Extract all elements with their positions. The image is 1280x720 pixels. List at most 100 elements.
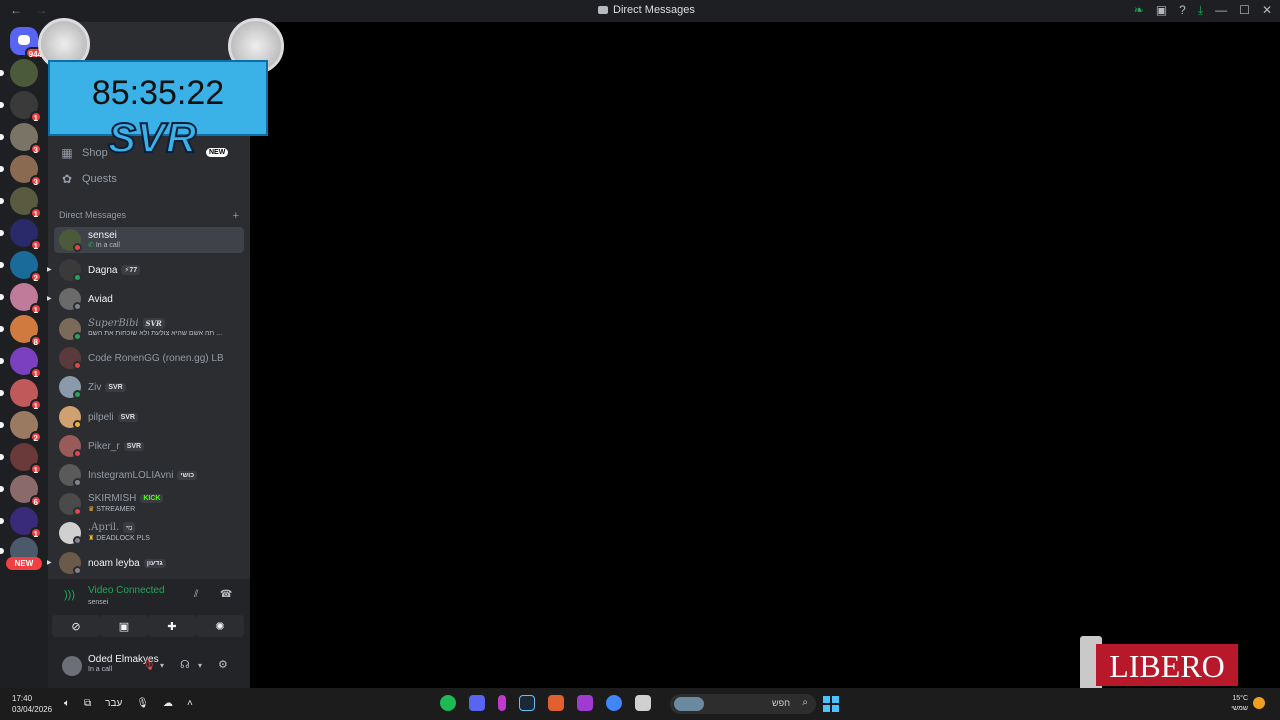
- server-icon[interactable]: 1: [0, 187, 42, 219]
- quests-label: Quests: [82, 173, 117, 185]
- app-icon[interactable]: [498, 695, 506, 711]
- search-text: חפש: [772, 698, 790, 708]
- video-off-button[interactable]: ⊘: [52, 615, 100, 637]
- download-icon[interactable]: ⤓: [1198, 3, 1203, 18]
- mention-badge: 1: [29, 207, 42, 219]
- taskbar-apps: [440, 695, 651, 711]
- dm-item-noam-leyba[interactable]: ▶ noam leyba גדעון: [47, 550, 244, 576]
- instagram-icon[interactable]: [577, 695, 593, 711]
- start-tile: [823, 696, 830, 703]
- dm-name-text: Ziv: [88, 382, 102, 393]
- dm-name: Aviad: [88, 294, 113, 305]
- maximize-icon[interactable]: ☐: [1239, 3, 1250, 18]
- speaker-icon[interactable]: 🔈︎: [64, 698, 70, 709]
- nitro-leaf-icon[interactable]: ❧: [1134, 3, 1144, 18]
- dm-item-instegramloliavni[interactable]: InstegramLOLIAvni כושי: [54, 462, 244, 488]
- file-explorer-icon[interactable]: [635, 695, 651, 711]
- settings-gear-icon[interactable]: ⚙: [218, 658, 228, 671]
- soundboard-button[interactable]: ✺: [196, 615, 244, 637]
- windows-start-icon[interactable]: [823, 696, 839, 712]
- screen-share-icon: ▣: [118, 620, 130, 633]
- close-icon[interactable]: ✕: [1262, 3, 1272, 18]
- server-icon[interactable]: 1: [0, 283, 42, 315]
- dm-name-text: InstegramLOLIAvni: [88, 470, 174, 481]
- status-indicator: [73, 478, 82, 487]
- activities-icon: ✚: [167, 620, 177, 633]
- unread-pill: [0, 102, 4, 108]
- server-icon[interactable]: 2: [0, 411, 42, 443]
- status-indicator: [73, 420, 82, 429]
- mute-icon[interactable]: 🎙︎: [142, 658, 156, 671]
- language-indicator[interactable]: עבר: [105, 698, 122, 709]
- dm-item-aviad[interactable]: ▶ Aviad: [47, 286, 244, 312]
- libero-ad-overlay: LIBERO: [1080, 636, 1238, 692]
- server-icon[interactable]: 8: [0, 315, 42, 347]
- server-icon[interactable]: 1: [0, 219, 42, 251]
- spotify-icon[interactable]: [440, 695, 456, 711]
- activities-button[interactable]: ✚: [148, 615, 196, 637]
- unread-pill: [0, 134, 4, 140]
- server-tag: SVR: [142, 318, 165, 329]
- game-launcher-icon[interactable]: [548, 695, 564, 711]
- disconnect-icon[interactable]: ☎: [220, 589, 232, 600]
- create-dm-icon[interactable]: +: [233, 210, 239, 222]
- server-icon[interactable]: 1: [0, 347, 42, 379]
- taskbar-clock[interactable]: 17:40 03/04/2026: [12, 693, 52, 715]
- microphone-icon[interactable]: 🎙︎: [136, 698, 149, 709]
- quests-nav-item[interactable]: ✿ Quests: [54, 167, 244, 191]
- signal-icon[interactable]: ))): [64, 589, 75, 601]
- dm-name-text: noam leyba: [88, 558, 140, 569]
- start-tile: [832, 696, 839, 703]
- minimize-icon[interactable]: —: [1215, 3, 1227, 18]
- server-icon[interactable]: 1: [0, 507, 42, 539]
- dm-item-dagna[interactable]: ▶ Dagna ⚡77: [47, 257, 244, 283]
- timer-value: 85:35:22: [91, 74, 225, 112]
- dm-item-skirmish[interactable]: SKIRMISH KICK ♛ STREAMER: [54, 491, 244, 517]
- server-icon[interactable]: 2: [0, 251, 42, 283]
- help-icon[interactable]: ?: [1179, 3, 1186, 18]
- avatar[interactable]: [62, 656, 82, 676]
- voice-channel[interactable]: sensei: [88, 599, 108, 606]
- temperature: 15°C: [1232, 695, 1248, 702]
- dm-name: sensei: [88, 230, 117, 241]
- cloud-off-icon[interactable]: ☁: [163, 698, 173, 709]
- unread-arrow-icon: ▶: [47, 267, 52, 273]
- unread-pill: [0, 166, 4, 172]
- inbox-icon[interactable]: ▣: [1156, 3, 1167, 18]
- server-icon[interactable]: 6: [0, 475, 42, 507]
- dm-item-superbibi[interactable]: SuperBibi SVR תה אשם שהיא צולעת ולא שוכחו…: [54, 316, 244, 342]
- server-icon[interactable]: 1: [0, 443, 42, 475]
- dm-name: SuperBibi SVR: [88, 318, 165, 329]
- dm-item-piker[interactable]: Piker_r SVR: [54, 433, 244, 459]
- chrome-icon[interactable]: [606, 695, 622, 711]
- network-icon[interactable]: ⧉: [84, 698, 91, 709]
- server-tag: גדעון: [143, 558, 166, 568]
- discord-icon[interactable]: [469, 695, 485, 711]
- chevron-down-icon[interactable]: ▾: [160, 661, 164, 670]
- server-icon[interactable]: 1: [0, 379, 42, 411]
- unread-pill: [0, 294, 4, 300]
- back-arrow-icon[interactable]: ←: [10, 3, 22, 17]
- share-screen-button[interactable]: ▣: [100, 615, 148, 637]
- new-servers-badge[interactable]: NEW: [6, 557, 42, 570]
- mention-badge: 8: [29, 335, 42, 347]
- dm-item-pilpeli[interactable]: pilpeli SVR: [54, 404, 244, 430]
- discord-logo-icon: [18, 35, 30, 45]
- dm-item-ziv[interactable]: Ziv SVR: [54, 374, 244, 400]
- dm-item-code-ronengg[interactable]: Code RonenGG (ronen.gg) LB: [54, 345, 244, 371]
- chevron-down-icon[interactable]: ▾: [198, 661, 202, 670]
- steam-icon[interactable]: [519, 695, 535, 711]
- overlay-logo: [80, 8, 270, 54]
- dm-name-text: Dagna: [88, 265, 118, 276]
- weather-sun-icon[interactable]: [1253, 697, 1265, 709]
- status-indicator: [73, 449, 82, 458]
- status-indicator: [73, 273, 82, 282]
- noise-suppression-icon[interactable]: ⫽: [194, 589, 198, 600]
- headphones-icon[interactable]: ☊: [180, 658, 190, 671]
- weather-widget[interactable]: 15°C שמשי: [1226, 694, 1248, 714]
- taskbar-search[interactable]: חפש ⌕: [670, 694, 816, 714]
- chevron-up-icon[interactable]: ˄: [187, 698, 193, 709]
- dm-item-sensei[interactable]: sensei ✆ In a call: [54, 227, 244, 253]
- dm-item-april[interactable]: .April. גזי ♜ DEADLOCK PLS: [54, 520, 244, 546]
- dm-subtext: תה אשם שהיא צולעת ולא שוכחות את השם ...: [88, 330, 223, 337]
